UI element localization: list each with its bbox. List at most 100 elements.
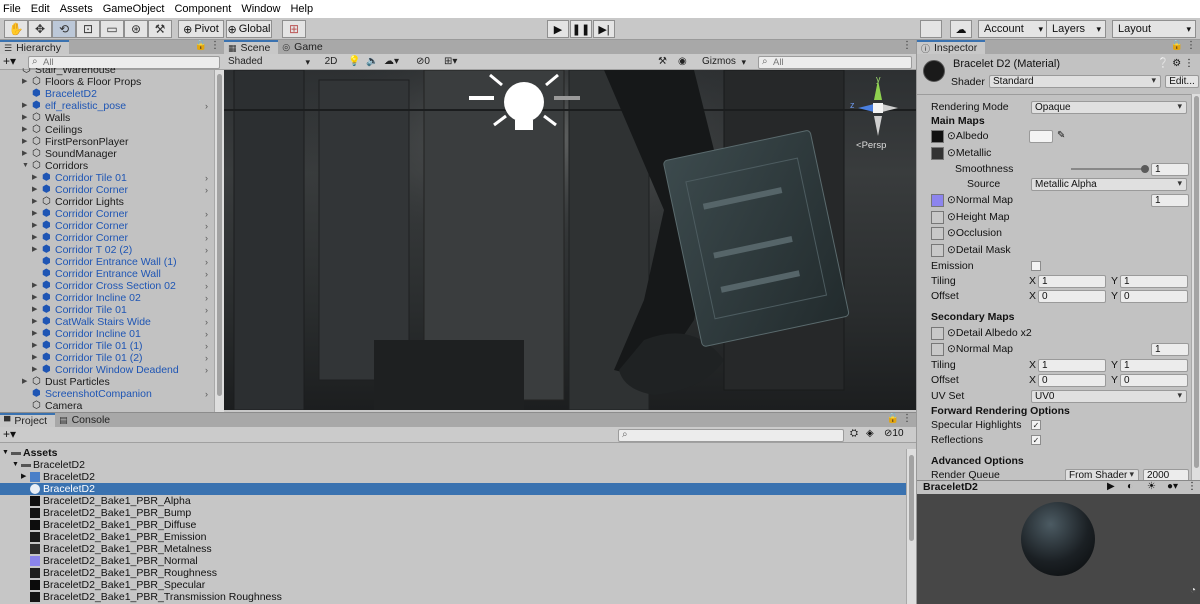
tab-inspector[interactable]: ⓘ Inspector (917, 40, 986, 54)
chevron-right-icon[interactable]: › (205, 172, 208, 184)
camera-settings-button[interactable]: ◉ (678, 55, 692, 69)
project-asset-row[interactable]: BraceletD2_Bake1_PBR_Normal (0, 555, 906, 567)
height-map-texture-slot[interactable] (931, 210, 944, 224)
hierarchy-item[interactable]: ▶ ⬢ CatWalk Stairs Wide › (0, 316, 214, 328)
hierarchy-item[interactable]: ▶ ⬢ Corridor Incline 02 › (0, 292, 214, 304)
project-asset-row[interactable]: BraceletD2_Bake1_PBR_Alpha (0, 495, 906, 507)
layout-dropdown[interactable]: Layout ▾ (1112, 20, 1196, 38)
menu-item-gameobject[interactable]: GameObject (100, 3, 172, 15)
projection-label[interactable]: <Persp (856, 140, 886, 151)
menu-item-file[interactable]: File (0, 3, 28, 15)
collapsed-arrow-icon[interactable]: ▶ (32, 172, 37, 184)
hierarchy-item[interactable]: ▶ ⬢ Corridor Cross Section 02 › (0, 280, 214, 292)
custom-tool-button[interactable]: ⚒ (148, 20, 172, 38)
scene-search-input[interactable]: ⌕ All (758, 55, 912, 69)
collapsed-arrow-icon[interactable]: ▶ (32, 304, 37, 316)
hierarchy-item[interactable]: ▼ ⬡ Corridors (0, 160, 214, 172)
collapsed-arrow-icon[interactable]: ▶ (22, 112, 27, 124)
filter-label-icon[interactable]: ◈ (866, 428, 874, 439)
detail-mask-texture-slot[interactable] (931, 243, 944, 257)
hierarchy-item[interactable]: ▶ ⬢ Corridor T 02 (2) › (0, 244, 214, 256)
chevron-right-icon[interactable]: › (205, 184, 208, 196)
hierarchy-item[interactable]: ▶ ⬡ FirstPersonPlayer (0, 136, 214, 148)
eyedropper-icon[interactable]: ✎ (1057, 129, 1065, 143)
grid-dropdown[interactable]: ⊞▾ (444, 55, 468, 69)
orientation-gizmo[interactable]: y z <Persp (850, 74, 906, 151)
menu-item-window[interactable]: Window (238, 3, 287, 15)
menu-item-assets[interactable]: Assets (57, 3, 100, 15)
hierarchy-item[interactable]: ▶ ⬢ Corridor Tile 01 › (0, 304, 214, 316)
preview-menu-icon[interactable]: ⋮ (1187, 481, 1197, 492)
panel-menu-icon[interactable]: 🔒 ⋮ (195, 40, 220, 51)
inspector-scrollbar[interactable] (1191, 94, 1200, 480)
hierarchy-scrollbar[interactable] (214, 70, 224, 412)
gizmos-dropdown[interactable]: Gizmos ▾ (702, 55, 746, 69)
panel-menu-icon[interactable]: 🔒 ⋮ (1171, 40, 1196, 51)
lighting-toggle[interactable]: 💡 (348, 55, 362, 69)
collapsed-arrow-icon[interactable]: ▶ (22, 100, 27, 112)
hierarchy-item[interactable]: ▶ ⬢ Corridor Tile 01 (1) › (0, 340, 214, 352)
scale-tool-button[interactable]: ⊡ (76, 20, 100, 38)
chevron-right-icon[interactable]: › (205, 340, 208, 352)
hidden-objects-toggle[interactable]: ⊘0 (416, 55, 440, 69)
collapsed-arrow-icon[interactable]: ▶ (22, 136, 27, 148)
hierarchy-item[interactable]: ▶ ⬢ Corridor Window Deadend › (0, 364, 214, 376)
tab-hierarchy[interactable]: ☰ Hierarchy (0, 40, 70, 54)
material-preview-sphere[interactable] (1021, 502, 1095, 576)
help-icon[interactable]: ❔ ⚙ ⋮ (1157, 58, 1194, 69)
offset-y-field[interactable]: 0 (1120, 289, 1188, 303)
project-asset-row[interactable]: BraceletD2 (0, 483, 906, 495)
hierarchy-item[interactable]: ▶ ⬡ Walls (0, 112, 214, 124)
hierarchy-item[interactable]: ▶ ⬢ Corridor Corner › (0, 208, 214, 220)
hidden-packages-toggle[interactable]: ⊘10 (884, 428, 904, 439)
shading-mode-dropdown[interactable]: Shaded ▾ (228, 55, 312, 69)
hierarchy-item[interactable]: ▶ ⬡ Corridor Lights (0, 196, 214, 208)
collapsed-arrow-icon[interactable]: ▶ (22, 376, 27, 388)
hierarchy-item[interactable]: ⬢ BraceletD2 (0, 88, 214, 100)
transform-tool-button[interactable]: ⊛ (124, 20, 148, 38)
collapsed-arrow-icon[interactable]: ▶ (32, 244, 37, 256)
collapsed-arrow-icon[interactable]: ▶ (32, 208, 37, 220)
hierarchy-item[interactable]: ▶ ⬢ Corridor Corner › (0, 232, 214, 244)
albedo-texture-slot[interactable] (931, 129, 944, 143)
add-button[interactable]: +▾ (3, 54, 16, 68)
collab-button[interactable] (920, 20, 942, 38)
panel-menu-icon[interactable]: ⋮ (902, 40, 912, 51)
chevron-right-icon[interactable]: › (205, 388, 208, 400)
uv-set-dropdown[interactable]: UV0 (1031, 389, 1187, 403)
render-queue-field[interactable]: 2000 (1143, 468, 1189, 480)
normal-map2-field[interactable]: 1 (1151, 342, 1189, 356)
collapsed-arrow-icon[interactable]: ▶ (32, 220, 37, 232)
rect-tool-button[interactable]: ▭ (100, 20, 124, 38)
detail-albedo-texture-slot[interactable] (931, 326, 944, 340)
collapsed-arrow-icon[interactable]: ▶ (32, 280, 37, 292)
source-dropdown[interactable]: Metallic Alpha (1031, 177, 1187, 191)
hierarchy-item[interactable]: ▶ ⬡ Floors & Floor Props (0, 76, 214, 88)
tiling-x-field[interactable]: 1 (1038, 274, 1106, 288)
hierarchy-item[interactable]: ⬢ Corridor Entrance Wall (1) › (0, 256, 214, 268)
hierarchy-item[interactable]: ▶ ⬡ SoundManager (0, 148, 214, 160)
project-folder-row[interactable]: ▼ ▬ BraceletD2 (0, 459, 906, 471)
expanded-arrow-icon[interactable]: ▼ (12, 459, 19, 471)
cloud-button[interactable]: ☁ (950, 20, 972, 38)
collapsed-arrow-icon[interactable]: ▶ (22, 124, 27, 136)
collapsed-arrow-icon[interactable]: ▶ (32, 352, 37, 364)
collapsed-arrow-icon[interactable]: ▶ (32, 232, 37, 244)
shader-dropdown[interactable]: Standard (989, 75, 1161, 88)
collapsed-arrow-icon[interactable]: ▶ (32, 196, 37, 208)
project-asset-row[interactable]: BraceletD2_Bake1_PBR_Diffuse (0, 519, 906, 531)
hierarchy-item[interactable]: ⬢ ScreenshotCompanion › (0, 388, 214, 400)
move-tool-button[interactable]: ✥ (28, 20, 52, 38)
normal-scale-field[interactable]: 1 (1151, 193, 1189, 207)
project-asset-row[interactable]: BraceletD2_Bake1_PBR_Roughness (0, 567, 906, 579)
reflections-checkbox[interactable]: ✓ (1031, 435, 1041, 445)
collapsed-arrow-icon[interactable]: ▶ (21, 471, 26, 483)
metallic-texture-slot[interactable] (931, 146, 944, 160)
menu-item-help[interactable]: Help (287, 3, 320, 15)
hierarchy-item[interactable]: ▶ ⬡ Dust Particles (0, 376, 214, 388)
chevron-right-icon[interactable]: › (205, 220, 208, 232)
project-scroll-thumb[interactable] (909, 455, 914, 541)
collapsed-arrow-icon[interactable]: ▶ (32, 328, 37, 340)
chevron-right-icon[interactable]: › (205, 316, 208, 328)
tab-game[interactable]: ◎ Game (278, 40, 330, 54)
